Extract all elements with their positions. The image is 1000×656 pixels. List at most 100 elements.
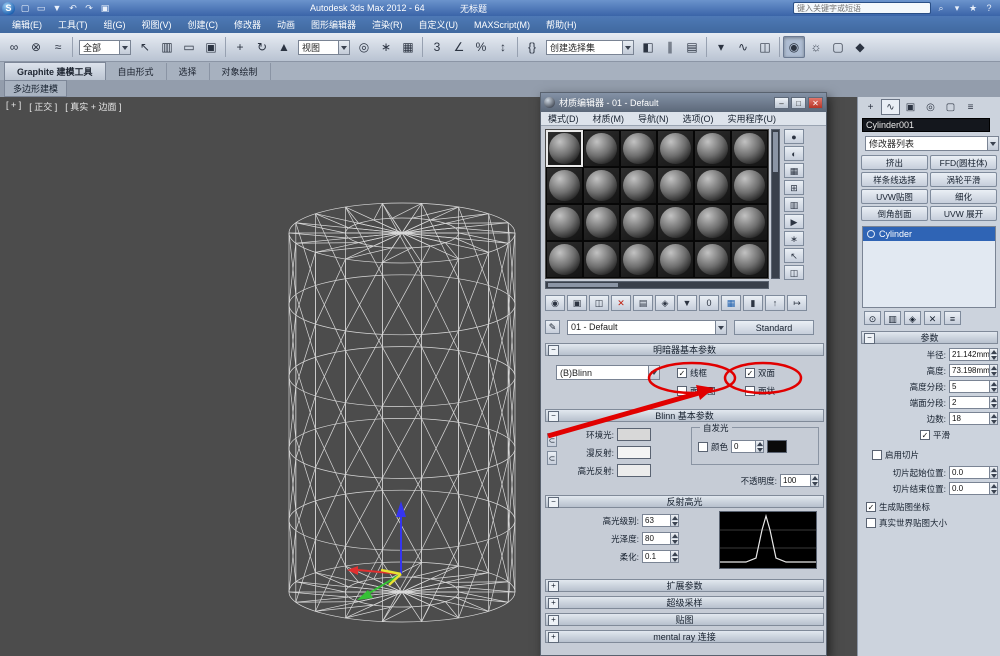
menu-item[interactable]: 动画 [269, 18, 303, 31]
material-sample-slot[interactable] [583, 167, 620, 204]
sides-value[interactable]: 18 [949, 412, 989, 425]
collapsed-rollout-header[interactable]: 超级采样 [545, 596, 824, 609]
close-button[interactable]: ✕ [808, 97, 823, 109]
reset-map-icon[interactable]: ✕ [611, 295, 631, 311]
motion-tab-icon[interactable]: ◎ [921, 99, 940, 115]
selection-filter-dropdown[interactable]: 全部 [79, 40, 131, 55]
sample-type-icon[interactable]: ● [784, 129, 804, 144]
dropdown-arrow-icon[interactable] [119, 41, 130, 54]
get-material-icon[interactable]: ◉ [545, 295, 565, 311]
select-by-name-icon[interactable]: ▥ [156, 36, 178, 58]
blinn-basic-rollout-header[interactable]: Blinn 基本参数 [545, 409, 824, 422]
options-icon[interactable]: ∗ [784, 231, 804, 246]
go-forward-to-sibling-icon[interactable]: ↦ [787, 295, 807, 311]
tab-object-paint[interactable]: 对象绘制 [210, 63, 271, 80]
background-icon[interactable]: ▦ [784, 163, 804, 178]
smooth-checkbox[interactable]: ✓ [920, 430, 930, 440]
pin-stack-icon[interactable]: ⊙ [864, 311, 881, 325]
slice-from-value[interactable]: 0.0 [949, 466, 989, 479]
video-color-check-icon[interactable]: ▥ [784, 197, 804, 212]
opacity-spinner[interactable]: 100 [780, 474, 819, 487]
wireframe-checkbox[interactable]: ✓ [677, 368, 687, 378]
material-sample-slot[interactable] [657, 130, 694, 167]
sample-vertical-scrollbar[interactable] [771, 129, 780, 279]
real-world-map-size-checkbox[interactable] [866, 518, 876, 528]
display-tab-icon[interactable]: ▢ [941, 99, 960, 115]
make-material-copy-icon[interactable]: ▤ [633, 295, 653, 311]
specular-level-value[interactable]: 63 [642, 514, 670, 527]
slice-to-spinner[interactable]: 0.0 [949, 482, 998, 495]
face-map-checkbox[interactable] [677, 386, 687, 396]
enable-slice-checkbox[interactable] [872, 450, 882, 460]
parameters-rollout-header[interactable]: 参数 [861, 331, 998, 344]
named-selection-sets-dropdown[interactable]: 创建选择集 [546, 40, 634, 55]
help-icon[interactable]: ? [982, 2, 996, 14]
faceted-checkbox[interactable] [745, 386, 755, 396]
modifier-button[interactable]: 涡轮平滑 [930, 172, 997, 187]
ambient-color-swatch[interactable] [617, 428, 651, 441]
rendered-frame-window-icon[interactable]: ▢ [827, 36, 849, 58]
snaps-toggle-icon[interactable]: 3 [426, 36, 448, 58]
material-editor-menu-item[interactable]: 材质(M) [586, 112, 632, 125]
spinner-arrows-icon[interactable] [989, 482, 998, 495]
object-name-field[interactable] [862, 118, 990, 132]
material-sample-slot[interactable] [546, 167, 583, 204]
tab-freeform[interactable]: 自由形式 [106, 63, 167, 80]
pick-material-eyedropper-icon[interactable]: ✎ [545, 320, 560, 334]
stack-item-cylinder[interactable]: Cylinder [863, 227, 995, 241]
utilities-tab-icon[interactable]: ≡ [961, 99, 980, 115]
select-and-manipulate-icon[interactable]: ∗ [375, 36, 397, 58]
window-crossing-icon[interactable]: ▣ [200, 36, 222, 58]
material-sample-slot[interactable] [583, 130, 620, 167]
render-setup-icon[interactable]: ☼ [805, 36, 827, 58]
schematic-view-icon[interactable]: ◫ [754, 36, 776, 58]
material-editor-menu-item[interactable]: 导航(N) [631, 112, 676, 125]
menu-item[interactable]: 图形编辑器 [303, 18, 364, 31]
material-map-navigator-icon[interactable]: ◫ [784, 265, 804, 280]
angle-snap-icon[interactable]: ∠ [448, 36, 470, 58]
save-file-icon[interactable]: ▼ [50, 2, 64, 14]
open-file-icon[interactable]: ▭ [34, 2, 48, 14]
material-sample-slot[interactable] [620, 204, 657, 241]
height-spinner[interactable]: 73.198mm [949, 364, 998, 377]
dropdown-arrow-icon[interactable] [987, 137, 998, 150]
hierarchy-tab-icon[interactable]: ▣ [901, 99, 920, 115]
material-sample-slot[interactable] [583, 204, 620, 241]
stack-bulb-icon[interactable] [867, 230, 875, 238]
material-sample-slot[interactable] [546, 241, 583, 278]
ambient-diffuse-lock-icon[interactable]: ⊂ [547, 433, 557, 447]
self-illum-color-checkbox[interactable] [698, 442, 708, 452]
spinner-snap-icon[interactable]: ↕ [492, 36, 514, 58]
self-illum-color-swatch[interactable] [767, 440, 787, 453]
modifier-button[interactable]: FFD(圆柱体) [930, 155, 997, 170]
favorites-icon[interactable]: ★ [966, 2, 980, 14]
material-editor-menu-item[interactable]: 实用程序(U) [721, 112, 784, 125]
material-editor-menu-item[interactable]: 模式(D) [541, 112, 586, 125]
modifier-button[interactable]: UVW 展开 [930, 206, 997, 221]
modifier-button[interactable]: 挤出 [861, 155, 928, 170]
create-tab-icon[interactable]: + [861, 99, 880, 115]
shader-basic-rollout-header[interactable]: 明暗器基本参数 [545, 343, 824, 356]
collapsed-rollout-header[interactable]: 扩展参数 [545, 579, 824, 592]
height-value[interactable]: 73.198mm [949, 364, 989, 377]
redo-icon[interactable]: ↷ [82, 2, 96, 14]
spinner-arrows-icon[interactable] [670, 550, 679, 563]
menu-item[interactable]: 创建(C) [180, 18, 227, 31]
material-sample-slot[interactable] [694, 241, 731, 278]
menu-item[interactable]: 组(G) [96, 18, 134, 31]
search-go-icon[interactable]: ⌕ [934, 2, 948, 14]
opacity-value[interactable]: 100 [780, 474, 810, 487]
configure-modifier-sets-icon[interactable]: ≡ [944, 311, 961, 325]
select-and-link-icon[interactable]: ∞ [3, 36, 25, 58]
radius-spinner[interactable]: 21.142mm [949, 348, 998, 361]
modifier-list-dropdown[interactable]: 修改器列表 [865, 136, 999, 151]
select-and-move-icon[interactable]: + [229, 36, 251, 58]
reference-coordinate-dropdown[interactable]: 视图 [298, 40, 350, 55]
material-name-dropdown[interactable]: 01 - Default [567, 320, 727, 335]
specular-color-swatch[interactable] [617, 464, 651, 477]
search-input[interactable] [793, 2, 931, 14]
spinner-arrows-icon[interactable] [989, 412, 998, 425]
material-sample-slot[interactable] [546, 130, 583, 167]
material-sample-slot[interactable] [694, 130, 731, 167]
curve-editor-icon[interactable]: ∿ [732, 36, 754, 58]
